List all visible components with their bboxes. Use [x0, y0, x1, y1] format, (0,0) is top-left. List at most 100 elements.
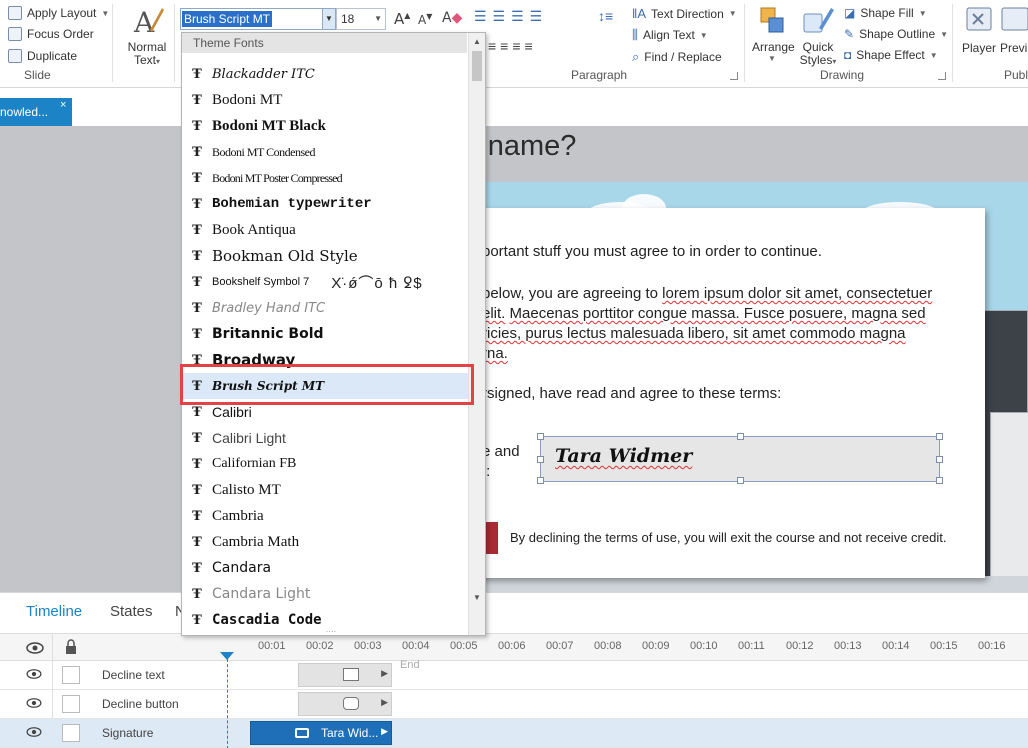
- font-option[interactable]: Ŧ Calibri Light: [182, 425, 468, 451]
- paragraph-dialog-launcher-icon[interactable]: [730, 72, 738, 80]
- font-dropdown[interactable]: Theme Fonts Ŧ Blackadder ITC Ŧ Bodoni MT Ŧ Bo…: [181, 32, 486, 636]
- drawing-dialog-launcher-icon[interactable]: [938, 72, 946, 80]
- font-option[interactable]: Ŧ Californian FB: [182, 451, 468, 477]
- scroll-down-icon[interactable]: ▼: [469, 593, 485, 602]
- scrollbar-thumb[interactable]: [472, 51, 482, 81]
- timeline-row-label[interactable]: Decline text: [102, 668, 165, 682]
- shrink-font-icon[interactable]: A▼: [418, 12, 432, 27]
- find-replace-button[interactable]: ⌕ Find / Replace: [632, 49, 722, 65]
- grow-font-icon[interactable]: A▲: [394, 10, 410, 28]
- resize-handle[interactable]: [936, 456, 943, 463]
- lock-checkbox[interactable]: [62, 666, 80, 684]
- font-option-label: Candara: [212, 560, 272, 576]
- resize-handle[interactable]: [737, 477, 744, 484]
- terms-paragraph-line-1[interactable]: below, you are agreeing to lorem ipsum d…: [482, 284, 932, 304]
- timeline-row[interactable]: Decline text ▶: [0, 661, 1028, 690]
- resize-handle[interactable]: [936, 433, 943, 440]
- timeline-row-label[interactable]: Decline button: [102, 697, 179, 711]
- font-option[interactable]: Ŧ Cambria: [182, 503, 468, 529]
- timeline-row-label[interactable]: Signature: [102, 726, 153, 740]
- eye-icon[interactable]: [26, 697, 42, 709]
- arrange-button[interactable]: Arrange ▼: [752, 4, 795, 63]
- name-label-line-1[interactable]: e and: [482, 442, 520, 462]
- font-option[interactable]: Ŧ Candara Light: [182, 581, 468, 607]
- agree-statement[interactable]: rsigned, have read and agree to these te…: [482, 384, 781, 404]
- terms-paragraph-line-2[interactable]: elit. Maecenas porttitor congue massa. F…: [482, 304, 926, 324]
- line-spacing-icon[interactable]: ↕≡: [598, 8, 613, 24]
- player-button[interactable]: Player: [960, 4, 998, 55]
- list-icons[interactable]: ☰☰☰☰: [474, 8, 548, 25]
- font-option[interactable]: Ŧ Cambria Math: [182, 529, 468, 555]
- font-name-combobox[interactable]: Brush Script MT ▼: [180, 8, 336, 30]
- decline-text[interactable]: By declining the terms of use, you will …: [510, 530, 946, 545]
- lock-checkbox[interactable]: [62, 724, 80, 742]
- shape-fill-button[interactable]: ◪ Shape Fill ▼: [844, 6, 927, 20]
- tab-states[interactable]: States: [110, 603, 153, 620]
- chevron-right-icon[interactable]: ▶: [381, 668, 388, 679]
- font-size-combobox[interactable]: 18 ▼: [336, 8, 386, 30]
- normal-text-button[interactable]: A Normal Text▾: [126, 4, 168, 68]
- terms-paragraph-line-3[interactable]: ricies, purus lectus malesuada libero, s…: [482, 324, 906, 344]
- resize-handle[interactable]: [537, 456, 544, 463]
- truetype-font-icon: Ŧ: [192, 456, 202, 472]
- player-icon: [966, 7, 992, 31]
- font-option[interactable]: Ŧ Bodoni MT Condensed: [182, 139, 468, 165]
- align-text-button[interactable]: ⫼ Align Text ▼: [632, 27, 708, 43]
- alignment-icons[interactable]: ≡≡≡≡: [488, 38, 537, 54]
- slide-canvas[interactable]: r name? portant stuff you must agree to …: [0, 126, 1028, 592]
- timeline-bar-selected[interactable]: Tara Wid... ▶: [250, 721, 392, 745]
- resize-handle[interactable]: [537, 433, 544, 440]
- lock-checkbox[interactable]: [62, 695, 80, 713]
- timeline-bar[interactable]: ▶: [298, 663, 392, 687]
- eye-icon[interactable]: [26, 641, 44, 655]
- shape-effect-button[interactable]: ◘ Shape Effect ▼: [844, 48, 938, 62]
- timeline-row[interactable]: Decline button ▶: [0, 690, 1028, 719]
- font-option[interactable]: Ŧ Book Antiqua: [182, 217, 468, 243]
- eye-icon[interactable]: [26, 726, 42, 738]
- shape-outline-button[interactable]: ✎ Shape Outline ▼: [844, 27, 948, 41]
- resize-handle[interactable]: [936, 477, 943, 484]
- font-option[interactable]: Ŧ Blackadder ITC: [182, 61, 468, 87]
- font-option[interactable]: Ŧ Britannic Bold: [182, 321, 468, 347]
- intro-text[interactable]: portant stuff you must agree to in order…: [482, 242, 822, 262]
- font-option[interactable]: Ŧ Bookshelf Symbol 7 Χ̈·ǿ⌒ō ħ ꝿ$: [182, 269, 468, 295]
- truetype-font-icon: Ŧ: [192, 534, 202, 550]
- resize-handle[interactable]: [537, 477, 544, 484]
- duplicate-button[interactable]: Duplicate: [8, 49, 77, 63]
- timeline-row[interactable]: Signature Tara Wid... ▶: [0, 719, 1028, 748]
- font-option[interactable]: Ŧ Bohemian typewriter: [182, 191, 468, 217]
- font-option[interactable]: Ŧ Calisto MT: [182, 477, 468, 503]
- timeline-bar[interactable]: ▶: [298, 692, 392, 716]
- focus-order-button[interactable]: Focus Order: [8, 27, 94, 41]
- text-direction-button[interactable]: ‖A Text Direction ▼: [632, 6, 737, 21]
- font-option[interactable]: Ŧ Bradley Hand ITC: [182, 295, 468, 321]
- truetype-font-icon: Ŧ: [192, 404, 202, 420]
- chevron-right-icon[interactable]: ▶: [381, 697, 388, 708]
- resize-grip-icon[interactable]: ····: [322, 628, 340, 636]
- chevron-down-icon[interactable]: ▼: [322, 9, 335, 29]
- font-name-value[interactable]: Brush Script MT: [182, 11, 273, 27]
- scroll-up-icon[interactable]: ▲: [469, 37, 485, 46]
- font-option[interactable]: Ŧ Bodoni MT Poster Compressed: [182, 165, 468, 191]
- eye-icon[interactable]: [26, 668, 42, 680]
- apply-layout-button[interactable]: Apply Layout ▼: [8, 6, 109, 20]
- lock-icon[interactable]: [64, 639, 78, 655]
- font-option[interactable]: Ŧ Bodoni MT: [182, 87, 468, 113]
- signature-field[interactable]: Tara Widmer: [537, 433, 943, 484]
- timeline-ruler[interactable]: 00:01 00:02 00:03 00:04 00:05 00:06 00:07 00:08…: [0, 633, 1028, 661]
- chevron-right-icon[interactable]: ▶: [381, 726, 388, 737]
- preview-button[interactable]: Previ: [1000, 4, 1028, 55]
- signature-text[interactable]: Tara Widmer: [555, 445, 692, 467]
- chevron-down-icon[interactable]: ▼: [374, 9, 382, 29]
- clear-formatting-icon[interactable]: A◆: [442, 10, 462, 26]
- document-tab[interactable]: nowled... ×: [0, 98, 72, 126]
- font-option[interactable]: Ŧ Candara: [182, 555, 468, 581]
- resize-handle[interactable]: [737, 433, 744, 440]
- quick-styles-button[interactable]: Quick Styles▾: [798, 4, 838, 68]
- font-option[interactable]: Ŧ Bodoni MT Black: [182, 113, 468, 139]
- close-icon[interactable]: ×: [60, 98, 66, 112]
- scrollbar[interactable]: ▲ ▼: [468, 33, 485, 635]
- font-option[interactable]: Ŧ Bookman Old Style: [182, 243, 468, 269]
- tab-timeline[interactable]: Timeline: [26, 603, 82, 620]
- font-size-value[interactable]: 18: [341, 12, 354, 26]
